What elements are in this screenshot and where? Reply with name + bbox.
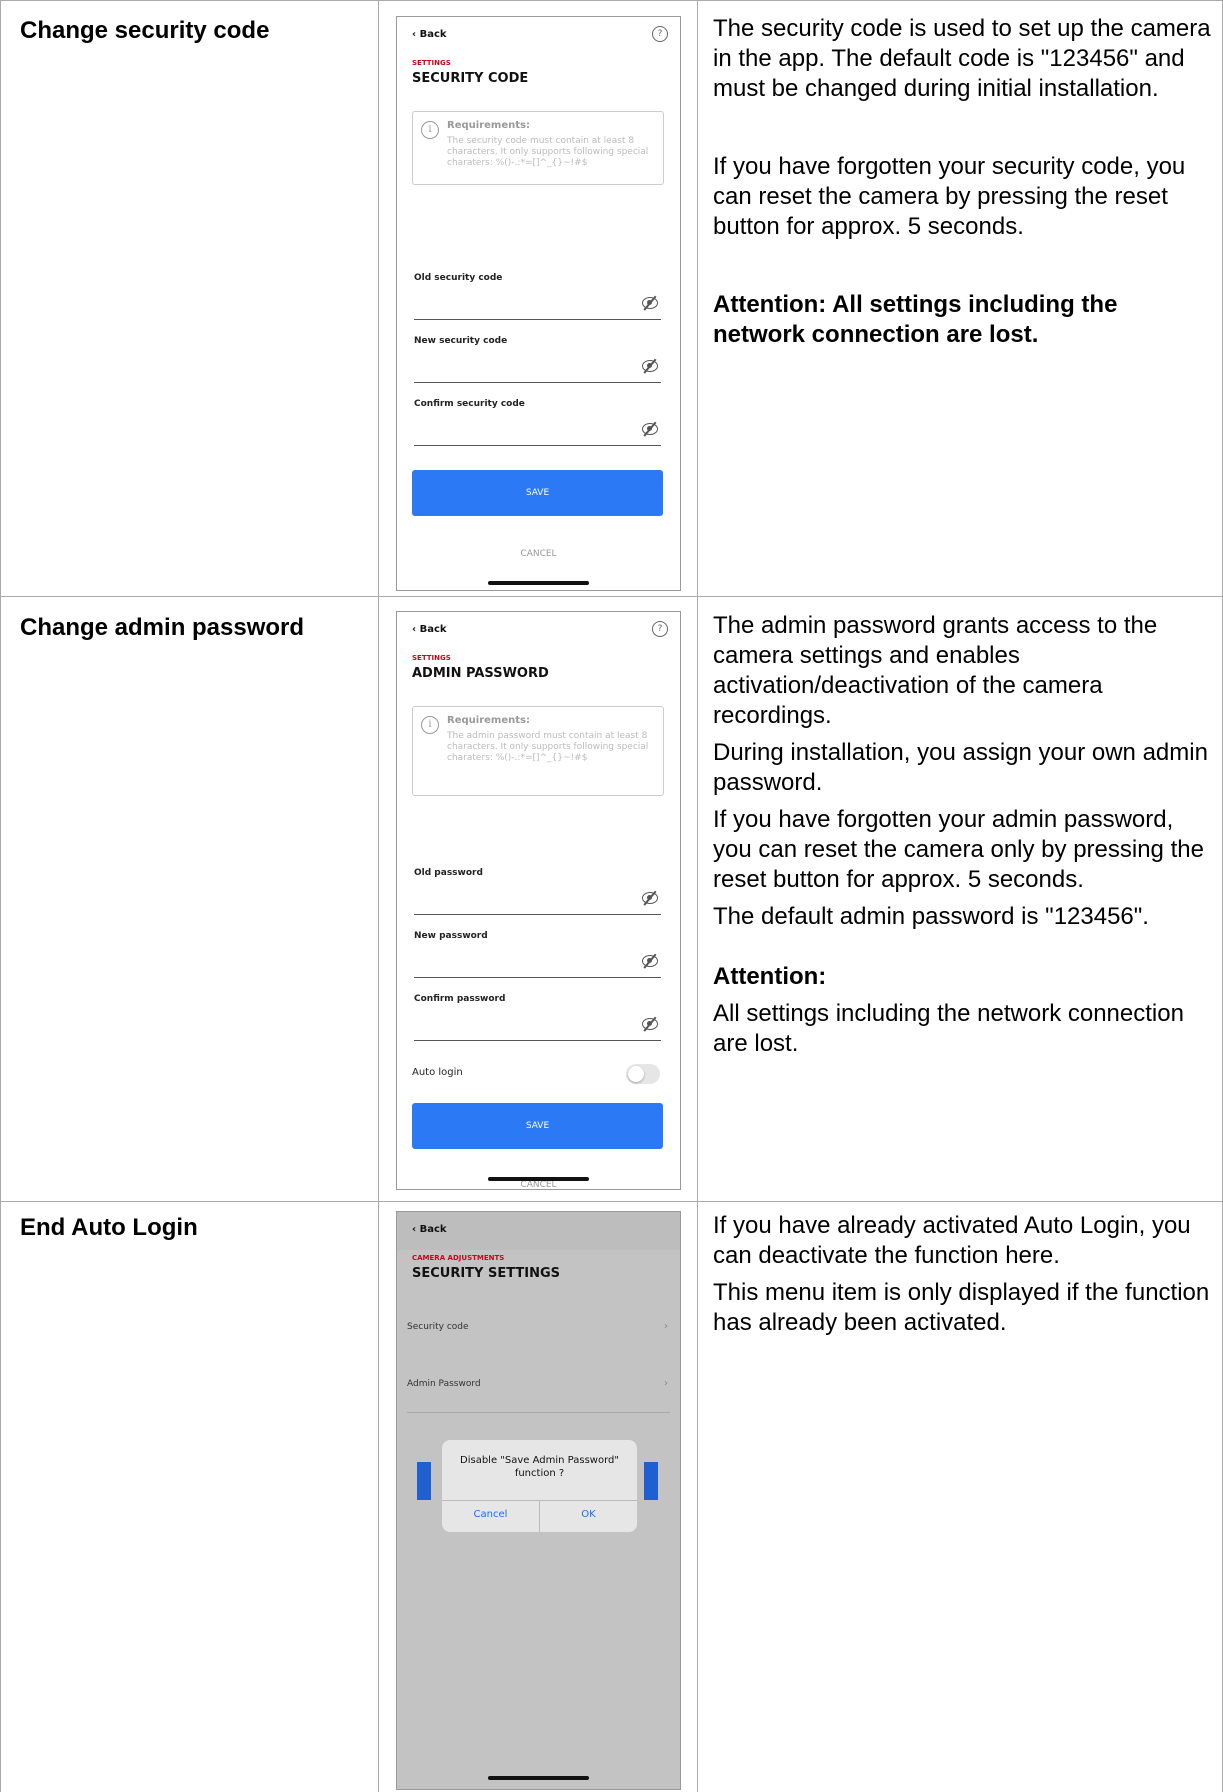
page-title: SECURITY SETTINGS bbox=[412, 1266, 561, 1281]
row-title: Change security code bbox=[20, 17, 270, 44]
page-title: SECURITY CODE bbox=[412, 71, 529, 86]
nav-bar: ‹ Back ? bbox=[397, 612, 680, 650]
page-title: ADMIN PASSWORD bbox=[412, 666, 549, 681]
button-edge bbox=[417, 1462, 431, 1500]
table-border bbox=[0, 0, 1, 1792]
paragraph: The default admin password is "123456". bbox=[713, 903, 1149, 930]
breadcrumb: CAMERA ADJUSTMENTS bbox=[412, 1254, 505, 1262]
button-edge bbox=[644, 1462, 658, 1500]
back-button[interactable]: ‹ Back bbox=[412, 624, 447, 635]
hide-password-icon[interactable] bbox=[642, 1018, 658, 1030]
paragraph: The security code is used to set up the … bbox=[713, 15, 1211, 102]
back-button[interactable]: ‹ Back bbox=[412, 1224, 447, 1235]
confirm-password-field[interactable] bbox=[414, 1040, 661, 1041]
list-item-security-code[interactable]: Security code bbox=[407, 1322, 469, 1332]
paragraph: If you have forgotten your security code… bbox=[713, 153, 1186, 240]
dialog-ok-button[interactable]: OK bbox=[540, 1509, 637, 1520]
old-password-field[interactable] bbox=[414, 914, 661, 915]
nav-bar: ‹ Back bbox=[397, 1212, 680, 1250]
help-icon[interactable]: ? bbox=[652, 621, 668, 637]
back-button[interactable]: ‹ Back bbox=[412, 29, 447, 40]
requirements-title: Requirements: bbox=[447, 120, 530, 131]
row-divider bbox=[0, 596, 1223, 597]
paragraph: The admin password grants access to the … bbox=[713, 612, 1158, 729]
cancel-button[interactable]: CANCEL bbox=[397, 549, 680, 559]
auto-login-toggle[interactable] bbox=[626, 1064, 660, 1084]
requirements-text: The security code must contain at least … bbox=[447, 136, 649, 168]
row-description: If you have already activated Auto Login… bbox=[713, 1211, 1213, 1338]
attention-heading: Attention: bbox=[713, 963, 827, 990]
column-divider bbox=[378, 0, 379, 1792]
auto-login-label: Auto login bbox=[412, 1067, 463, 1078]
new-security-code-label: New security code bbox=[414, 336, 508, 346]
confirm-dialog: Disable "Save Admin Password" function ?… bbox=[442, 1440, 637, 1532]
attention-note: Attention: All settings including the ne… bbox=[713, 291, 1118, 348]
phone-screenshot: ‹ Back CAMERA ADJUSTMENTS SECURITY SETTI… bbox=[396, 1211, 681, 1790]
old-security-code-field[interactable] bbox=[414, 319, 661, 320]
hide-password-icon[interactable] bbox=[642, 955, 658, 967]
requirements-box: i Requirements: The admin password must … bbox=[412, 706, 664, 796]
breadcrumb: SETTINGS bbox=[412, 654, 451, 662]
home-indicator bbox=[488, 1177, 589, 1181]
row-description: The admin password grants access to the … bbox=[713, 611, 1213, 1059]
hide-password-icon[interactable] bbox=[642, 423, 658, 435]
confirm-security-code-field[interactable] bbox=[414, 445, 661, 446]
paragraph: This menu item is only displayed if the … bbox=[713, 1279, 1210, 1336]
new-password-field[interactable] bbox=[414, 977, 661, 978]
home-indicator bbox=[488, 1776, 589, 1780]
list-item-admin-password[interactable]: Admin Password bbox=[407, 1379, 481, 1389]
document-table: Change security code The security code i… bbox=[0, 0, 1223, 1792]
hide-password-icon[interactable] bbox=[642, 360, 658, 372]
chevron-right-icon: › bbox=[664, 1321, 668, 1332]
breadcrumb: SETTINGS bbox=[412, 59, 451, 67]
hide-password-icon[interactable] bbox=[642, 297, 658, 309]
dialog-message: Disable "Save Admin Password" function ? bbox=[460, 1455, 619, 1479]
confirm-password-label: Confirm password bbox=[414, 994, 506, 1004]
column-divider bbox=[697, 0, 698, 1792]
nav-bar: ‹ Back ? bbox=[397, 17, 680, 55]
save-button[interactable]: SAVE bbox=[412, 470, 663, 516]
paragraph: All settings including the network conne… bbox=[713, 1000, 1184, 1057]
new-security-code-field[interactable] bbox=[414, 382, 661, 383]
old-security-code-label: Old security code bbox=[414, 273, 503, 283]
info-icon: i bbox=[421, 716, 439, 734]
paragraph: If you have forgotten your admin passwor… bbox=[713, 806, 1204, 893]
save-button[interactable]: SAVE bbox=[412, 1103, 663, 1149]
table-border bbox=[0, 0, 1223, 1]
requirements-box: i Requirements: The security code must c… bbox=[412, 111, 664, 185]
row-description: The security code is used to set up the … bbox=[713, 14, 1213, 350]
list-divider bbox=[407, 1412, 670, 1413]
new-password-label: New password bbox=[414, 931, 488, 941]
help-icon[interactable]: ? bbox=[652, 26, 668, 42]
paragraph: If you have already activated Auto Login… bbox=[713, 1212, 1191, 1269]
row-title: Change admin password bbox=[20, 614, 305, 641]
paragraph: During installation, you assign your own… bbox=[713, 739, 1208, 796]
home-indicator bbox=[488, 581, 589, 585]
row-title: End Auto Login bbox=[20, 1214, 198, 1241]
phone-screenshot: ‹ Back ? SETTINGS SECURITY CODE i Requir… bbox=[396, 16, 681, 591]
hide-password-icon[interactable] bbox=[642, 892, 658, 904]
old-password-label: Old password bbox=[414, 868, 483, 878]
info-icon: i bbox=[421, 121, 439, 139]
chevron-right-icon: › bbox=[664, 1378, 668, 1389]
row-divider bbox=[0, 1201, 1223, 1202]
cancel-button[interactable]: CANCEL bbox=[397, 1180, 680, 1189]
phone-screenshot: ‹ Back ? SETTINGS ADMIN PASSWORD i Requi… bbox=[396, 611, 681, 1190]
requirements-title: Requirements: bbox=[447, 715, 530, 726]
requirements-text: The admin password must contain at least… bbox=[447, 731, 649, 763]
dialog-cancel-button[interactable]: Cancel bbox=[442, 1509, 539, 1520]
confirm-security-code-label: Confirm security code bbox=[414, 399, 525, 409]
